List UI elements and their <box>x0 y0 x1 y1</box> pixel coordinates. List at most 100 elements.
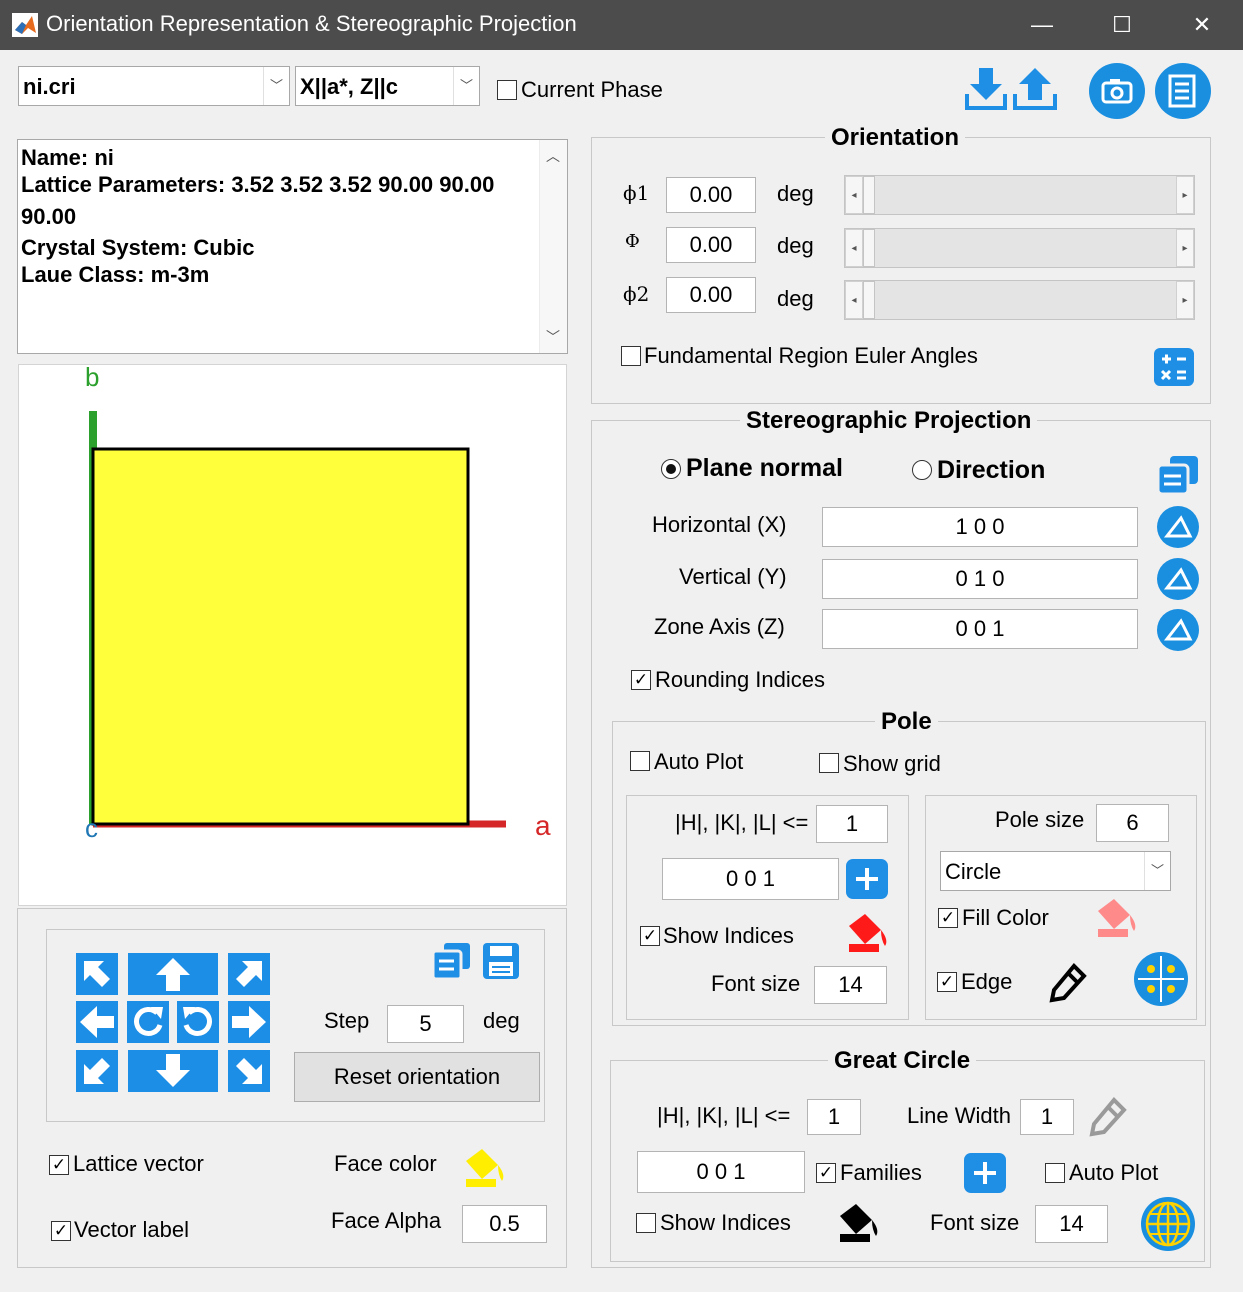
copy-icon[interactable] <box>1156 454 1200 496</box>
save-icon[interactable] <box>481 941 521 981</box>
gc-auto-plot-checkbox[interactable] <box>1045 1163 1065 1183</box>
rotate-up-left-button[interactable] <box>76 953 118 995</box>
crystal-view-axes[interactable]: b a c <box>18 362 567 906</box>
Phi-slider[interactable]: ◂ ▸ <box>844 228 1195 268</box>
pole-font-size-label: Font size <box>711 971 801 996</box>
eraser-icon[interactable] <box>1157 506 1199 548</box>
paint-bucket-icon[interactable] <box>834 1200 882 1246</box>
great-circle-title: Great Circle <box>828 1047 977 1075</box>
chevron-up-icon[interactable]: ︿ <box>546 146 560 166</box>
add-pole-button[interactable] <box>846 859 888 899</box>
zone-axis-input[interactable]: 0 0 1 <box>822 609 1138 649</box>
eraser-icon[interactable] <box>1157 609 1199 651</box>
phi2-unit: deg <box>777 286 814 311</box>
frame-select[interactable]: X||a*, Z||c ﹀ <box>295 66 480 106</box>
reset-orientation-button[interactable]: Reset orientation <box>294 1052 540 1102</box>
vector-label-checkbox[interactable]: ✓ <box>51 1221 71 1241</box>
chevron-left-icon[interactable]: ◂ <box>845 281 863 319</box>
fundamental-region-checkbox[interactable] <box>621 346 641 366</box>
pole-auto-plot-checkbox[interactable] <box>630 751 650 771</box>
gc-font-size-input[interactable]: 14 <box>1035 1205 1108 1243</box>
pole-show-indices-checkbox[interactable]: ✓ <box>640 926 660 946</box>
pole-size-input[interactable]: 6 <box>1096 804 1169 842</box>
lattice-vector-checkbox[interactable]: ✓ <box>49 1155 69 1175</box>
line-width-input[interactable]: 1 <box>1020 1099 1074 1135</box>
gc-index-input[interactable]: 0 0 1 <box>637 1151 805 1193</box>
paint-bucket-icon[interactable] <box>843 910 891 956</box>
rotate-up-right-button[interactable] <box>228 953 270 995</box>
pen-icon[interactable] <box>1086 1094 1130 1138</box>
phi2-input[interactable]: 0.00 <box>666 277 756 313</box>
rotate-down-button[interactable] <box>128 1050 218 1092</box>
edge-label: Edge <box>961 969 1013 994</box>
fill-color-checkbox[interactable]: ✓ <box>938 908 958 928</box>
vector-label-label: Vector label <box>74 1217 189 1242</box>
chevron-left-icon[interactable]: ◂ <box>845 229 863 267</box>
info-scrollbar[interactable]: ︿ ﹀ <box>539 140 567 353</box>
window-title: Orientation Representation & Stereograph… <box>46 11 577 36</box>
chevron-right-icon[interactable]: ▸ <box>1176 176 1194 214</box>
rounding-indices-checkbox[interactable]: ✓ <box>631 670 651 690</box>
chevron-right-icon[interactable]: ▸ <box>1176 281 1194 319</box>
families-checkbox[interactable]: ✓ <box>816 1163 836 1183</box>
close-button[interactable]: ✕ <box>1162 0 1242 50</box>
Phi-input[interactable]: 0.00 <box>666 227 756 263</box>
export-icon[interactable] <box>1012 66 1058 112</box>
document-icon[interactable] <box>1154 62 1212 120</box>
pole-font-size-input[interactable]: 14 <box>814 966 887 1004</box>
chevron-down-icon[interactable]: ﹀ <box>546 327 560 347</box>
eraser-icon[interactable] <box>1157 558 1199 600</box>
direction-radio[interactable] <box>912 460 932 480</box>
chevron-left-icon[interactable]: ◂ <box>845 176 863 214</box>
show-grid-checkbox[interactable] <box>819 753 839 773</box>
rotate-right-button[interactable] <box>228 1001 270 1043</box>
phi1-input[interactable]: 0.00 <box>666 177 756 213</box>
vertical-input[interactable]: 0 1 0 <box>822 559 1138 599</box>
marker-select[interactable]: Circle ﹀ <box>940 851 1171 891</box>
families-label: Families <box>840 1160 922 1185</box>
phi2-slider[interactable]: ◂ ▸ <box>844 280 1195 320</box>
rotate-down-right-button[interactable] <box>228 1050 270 1092</box>
add-great-circle-button[interactable] <box>964 1153 1006 1193</box>
import-icon[interactable] <box>964 66 1008 112</box>
rotate-clockwise-button[interactable] <box>127 1001 169 1043</box>
paint-bucket-icon[interactable] <box>1092 895 1140 941</box>
line-width-label: Line Width <box>907 1103 1011 1128</box>
horizontal-input[interactable]: 1 0 0 <box>822 507 1138 547</box>
phi1-slider[interactable]: ◂ ▸ <box>844 175 1195 215</box>
pole-grid-icon[interactable] <box>1134 952 1188 1006</box>
rotate-left-button[interactable] <box>76 1001 118 1043</box>
crystal-info-box[interactable]: Name: ni Lattice Parameters: 3.52 3.52 3… <box>17 139 568 354</box>
minimize-button[interactable]: — <box>1002 0 1082 50</box>
chevron-down-icon: ﹀ <box>1144 852 1170 890</box>
pole-hkl-input[interactable]: 1 <box>816 805 888 843</box>
file-select[interactable]: ni.cri ﹀ <box>18 66 290 106</box>
b-axis-label: b <box>85 362 100 392</box>
frame-select-value: X||a*, Z||c <box>300 74 398 99</box>
orientation-title: Orientation <box>825 124 966 152</box>
edge-checkbox[interactable]: ✓ <box>937 972 957 992</box>
rotate-up-button[interactable] <box>128 953 218 995</box>
calculator-icon[interactable] <box>1154 348 1194 386</box>
camera-icon[interactable] <box>1088 62 1146 120</box>
maximize-button[interactable]: ☐ <box>1082 0 1162 50</box>
face-alpha-input[interactable]: 0.5 <box>462 1205 547 1243</box>
rotate-down-left-button[interactable] <box>76 1050 118 1092</box>
c-axis-label: c <box>85 813 98 843</box>
gc-show-indices-checkbox[interactable] <box>636 1213 656 1233</box>
pole-title: Pole <box>875 708 938 736</box>
pen-icon[interactable] <box>1046 960 1090 1004</box>
copy-icon[interactable] <box>430 941 474 981</box>
paint-bucket-icon[interactable] <box>460 1145 508 1191</box>
gc-show-indices-label: Show Indices <box>660 1210 791 1235</box>
plane-normal-radio[interactable] <box>661 459 681 479</box>
gc-hkl-input[interactable]: 1 <box>807 1099 861 1135</box>
pole-index-input[interactable]: 0 0 1 <box>662 858 839 900</box>
info-lattice: Lattice Parameters: 3.52 3.52 3.52 90.00… <box>21 172 495 197</box>
info-laue: Laue Class: m-3m <box>21 262 210 287</box>
chevron-right-icon[interactable]: ▸ <box>1176 229 1194 267</box>
globe-icon[interactable] <box>1140 1196 1196 1252</box>
step-input[interactable]: 5 <box>387 1005 464 1043</box>
rotate-counterclockwise-button[interactable] <box>177 1001 219 1043</box>
current-phase-checkbox[interactable] <box>497 80 517 100</box>
